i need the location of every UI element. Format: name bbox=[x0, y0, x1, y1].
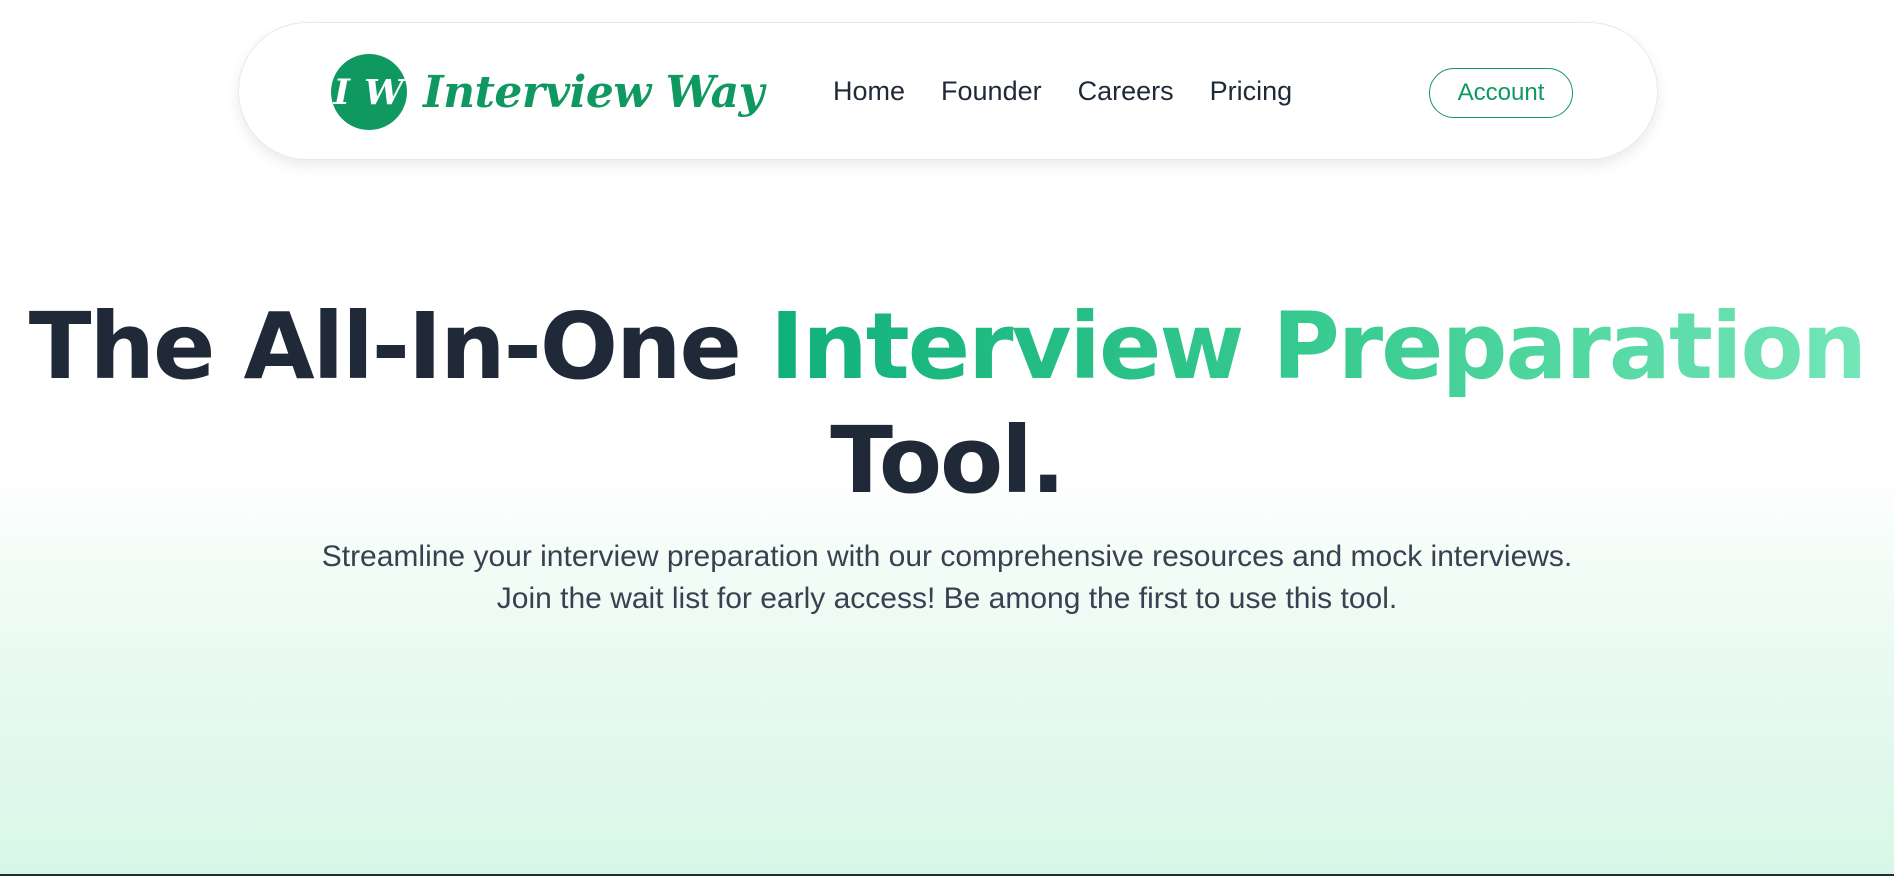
hero-title: The All-In-One Interview Preparation Too… bbox=[0, 290, 1894, 518]
nav-links: Home Founder Careers Pricing bbox=[833, 23, 1292, 159]
nav-link-pricing[interactable]: Pricing bbox=[1210, 76, 1293, 107]
account-button[interactable]: Account bbox=[1429, 68, 1573, 118]
brand-home-link[interactable]: I W Interview Way bbox=[331, 54, 764, 130]
hero-subtitle-line2: Join the wait list for early access! Be … bbox=[496, 582, 1398, 615]
hero-title-part1: The All-In-One bbox=[28, 293, 770, 400]
hero-section: The All-In-One Interview Preparation Too… bbox=[0, 290, 1894, 620]
nav-link-home[interactable]: Home bbox=[833, 76, 905, 107]
nav-link-founder[interactable]: Founder bbox=[941, 76, 1042, 107]
top-navbar: I W Interview Way Home Founder Careers P… bbox=[238, 22, 1658, 160]
hero-subtitle-line1: Streamline your interview preparation wi… bbox=[321, 540, 1573, 573]
hero-title-accent: Interview Preparation bbox=[769, 293, 1867, 400]
brand-name: Interview Way bbox=[423, 66, 764, 118]
hero-title-part2: Tool. bbox=[830, 407, 1065, 514]
logo-icon: I W bbox=[331, 54, 407, 130]
hero-subtitle: Streamline your interview preparation wi… bbox=[0, 536, 1894, 620]
nav-link-careers[interactable]: Careers bbox=[1078, 76, 1174, 107]
